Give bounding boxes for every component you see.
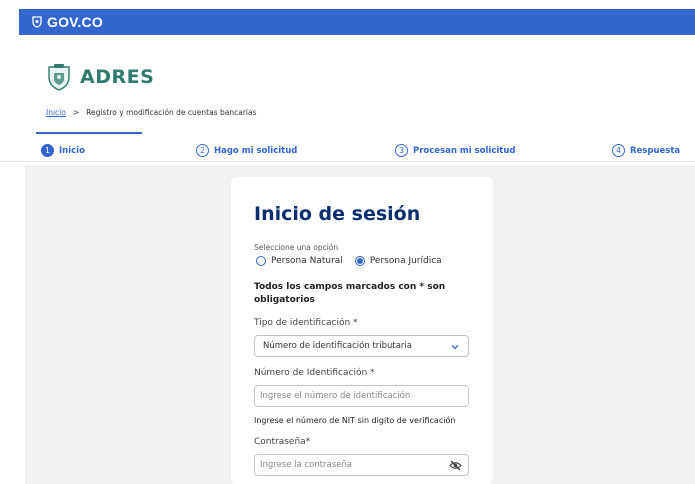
step-procesan-mi-solicitud: 3 Procesan mi solicitud: [395, 144, 515, 157]
password-placeholder: Ingrese la contraseña: [260, 460, 353, 470]
progress-stepper: 1 Inicio 2 Hago mi solicitud 3 Procesan …: [0, 132, 695, 162]
id-number-label: Número de Identificación *: [254, 368, 375, 378]
step-hago-mi-solicitud: 2 Hago mi solicitud: [196, 144, 297, 157]
step-label: Inicio: [59, 145, 85, 156]
radio-label-natural: Persona Natural: [271, 256, 343, 266]
password-input[interactable]: Ingrese la contraseña: [254, 454, 469, 476]
colombia-shield-icon: [32, 16, 42, 28]
id-number-help: Ingrese el número de NIT sin digito de v…: [254, 416, 456, 425]
id-type-select[interactable]: Número de identificación tributaria: [254, 335, 469, 357]
breadcrumb: Inicio > Registro y modificación de cuen…: [46, 108, 257, 117]
gov-co-link[interactable]: GOV.CO: [47, 14, 103, 30]
radio-persona-juridica[interactable]: Persona Jurídica: [354, 256, 442, 266]
active-step-indicator: [36, 132, 142, 134]
radio-circle-natural[interactable]: [256, 256, 266, 266]
id-type-value: Número de identificación tributaria: [263, 341, 412, 351]
brand-header: ADRES: [46, 63, 154, 91]
step-label: Respuesta: [630, 145, 681, 156]
chevron-down-icon: [451, 345, 459, 350]
step-inicio: 1 Inicio: [41, 144, 85, 157]
step-number: 1: [41, 144, 54, 157]
id-number-input[interactable]: Ingrese el número de identificación: [254, 385, 469, 407]
breadcrumb-current: Registro y modificación de cuentas banca…: [86, 108, 257, 117]
stepper-divider: [0, 161, 695, 162]
step-number: 3: [395, 144, 408, 157]
step-label: Procesan mi solicitud: [413, 145, 516, 156]
id-number-placeholder: Ingrese el número de identificación: [260, 391, 411, 401]
required-fields-note: Todos los campos marcados con * son obli…: [254, 282, 446, 305]
breadcrumb-home-link[interactable]: Inicio: [46, 108, 66, 117]
eye-slash-icon[interactable]: [449, 460, 462, 471]
step-label: Hago mi solicitud: [214, 145, 298, 156]
person-type-radio-group: Persona Natural Persona Jurídica: [256, 256, 442, 266]
step-number: 4: [612, 144, 625, 157]
id-type-label: Tipo de identificación *: [254, 318, 358, 328]
brand-name: ADRES: [80, 66, 155, 88]
adres-shield-icon: [48, 64, 70, 91]
radio-label-juridica: Persona Jurídica: [369, 256, 442, 266]
radio-persona-natural[interactable]: Persona Natural: [256, 256, 343, 266]
step-respuesta: 4 Respuesta: [612, 144, 680, 157]
radio-circle-juridica[interactable]: [354, 256, 365, 266]
breadcrumb-separator: >: [72, 108, 80, 117]
login-title: Inicio de sesión: [254, 203, 421, 225]
step-number: 2: [196, 144, 209, 157]
option-label: Seleccione una opción: [254, 243, 339, 252]
password-label: Contraseña*: [254, 437, 311, 447]
gov-header-bar: GOV.CO: [19, 9, 695, 35]
